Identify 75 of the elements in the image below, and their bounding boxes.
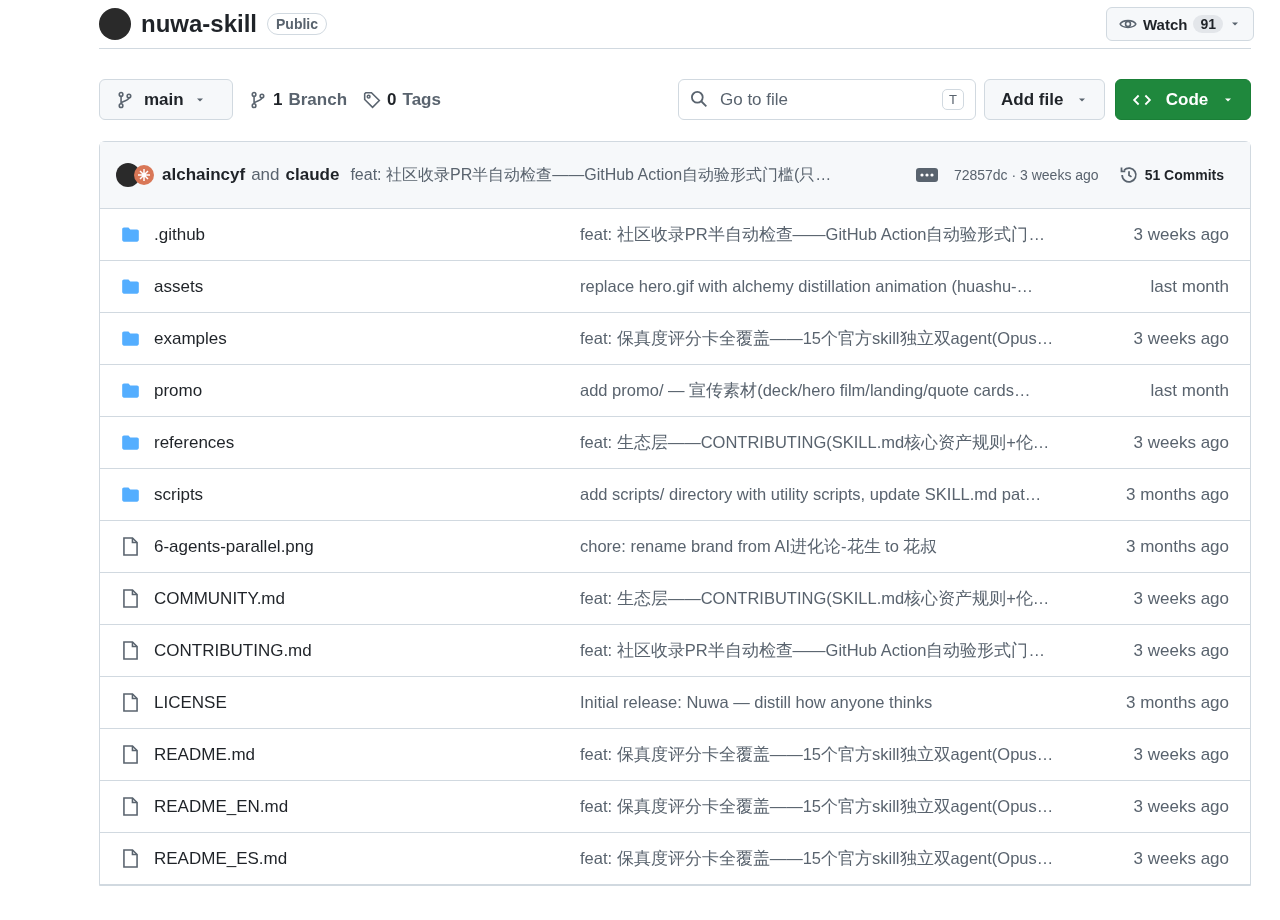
file-icon — [120, 692, 141, 713]
commits-link[interactable]: 51 Commits — [1118, 165, 1224, 185]
watch-count: 91 — [1193, 15, 1223, 33]
file-icon — [120, 640, 141, 661]
commit-age: 3 weeks ago — [1132, 432, 1229, 453]
folder-icon — [120, 329, 141, 348]
commit-age: 3 months ago — [1125, 692, 1229, 713]
file-icon — [120, 848, 141, 869]
commit-age: 3 weeks ago — [1132, 848, 1229, 869]
commit-message-link[interactable]: feat: 社区收录PR半自动检查——GitHub Action自动验形式门… — [580, 639, 1099, 662]
branch-icon — [249, 90, 267, 109]
file-name-link[interactable]: README_ES.md — [154, 848, 580, 869]
ellipsis-icon[interactable] — [915, 168, 938, 182]
commit-message-link[interactable]: feat: 生态层——CONTRIBUTING(SKILL.md核心资产规则+伦… — [580, 587, 1099, 610]
add-file-button[interactable]: Add file — [984, 79, 1105, 120]
file-name-link[interactable]: examples — [154, 328, 580, 349]
branches-link[interactable]: 1 Branch — [249, 89, 348, 110]
file-icon — [120, 588, 141, 609]
folder-icon — [120, 277, 141, 296]
commit-message-link[interactable]: replace hero.gif with alchemy distillation animation (huashu-… — [580, 277, 1099, 296]
commit-message-link[interactable]: chore: rename brand from AI进化论-花生 to 花叔 — [580, 535, 1099, 558]
author-joiner: and — [251, 165, 280, 185]
commit-message-link[interactable]: feat: 保真度评分卡全覆盖——15个官方skill独立双agent(Opus… — [580, 743, 1099, 766]
commit-message-link[interactable]: feat: 生态层——CONTRIBUTING(SKILL.md核心资产规则+伦… — [580, 431, 1099, 454]
shortcut-key: T — [942, 89, 964, 110]
file-name-link[interactable]: COMMUNITY.md — [154, 588, 580, 609]
commit-age: 3 weeks ago — [1132, 744, 1229, 765]
branch-select[interactable]: main — [99, 79, 233, 120]
repo-name[interactable]: nuwa-skill — [141, 10, 258, 38]
commit-age: last month — [1149, 380, 1229, 401]
commit-age: 3 weeks ago — [1132, 796, 1229, 817]
file-icon — [120, 536, 141, 557]
file-name-link[interactable]: assets — [154, 276, 580, 297]
search-icon — [690, 90, 708, 108]
folder-icon — [120, 225, 141, 244]
author-link[interactable]: claude — [285, 165, 340, 185]
file-name-link[interactable]: references — [154, 432, 580, 453]
commit-age: last month — [1149, 276, 1229, 297]
commit-message[interactable]: feat: 社区收录PR半自动检查——GitHub Action自动验形式门槛(只… — [350, 164, 832, 186]
file-name-link[interactable]: README_EN.md — [154, 796, 580, 817]
commit-age: 3 weeks ago — [1132, 588, 1229, 609]
commit-message-link[interactable]: add promo/ — 宣传素材(deck/hero film/landing/quote cards… — [580, 379, 1099, 402]
code-button[interactable]: Code — [1115, 79, 1251, 120]
commit-message-link[interactable]: feat: 社区收录PR半自动检查——GitHub Action自动验形式门… — [580, 223, 1099, 246]
commit-message-link[interactable]: feat: 保真度评分卡全覆盖——15个官方skill独立双agent(Opus… — [580, 795, 1099, 818]
folder-icon — [120, 433, 141, 452]
tags-link[interactable]: 0 Tags — [363, 89, 441, 110]
commit-age: 3 weeks ago — [1132, 328, 1229, 349]
file-name-link[interactable]: LICENSE — [154, 692, 580, 713]
commit-hash-age[interactable]: 72857dc · 3 weeks ago — [953, 167, 1099, 183]
file-name-link[interactable]: CONTRIBUTING.md — [154, 640, 580, 661]
tag-icon — [363, 90, 382, 109]
commit-message-link[interactable]: feat: 保真度评分卡全覆盖——15个官方skill独立双agent(Opus… — [580, 327, 1099, 350]
file-name-link[interactable]: 6-agents-parallel.png — [154, 536, 580, 557]
starburst-avatar[interactable] — [134, 163, 154, 187]
author-link[interactable]: alchaincyf — [162, 165, 246, 185]
watch-button[interactable]: Watch 91 — [1105, 7, 1254, 41]
commit-age: 3 weeks ago — [1132, 640, 1229, 661]
file-name-link[interactable]: promo — [154, 380, 580, 401]
commit-age: 3 weeks ago — [1132, 224, 1229, 245]
file-icon — [120, 744, 141, 765]
commit-age: 3 months ago — [1125, 536, 1229, 557]
folder-icon — [120, 485, 141, 504]
file-name-link[interactable]: scripts — [154, 484, 580, 505]
repo-avatar[interactable] — [99, 8, 131, 40]
file-icon — [120, 796, 141, 817]
file-name-link[interactable]: README.md — [154, 744, 580, 765]
folder-icon — [120, 381, 141, 400]
commit-message-link[interactable]: add scripts/ directory with utility scripts, update SKILL.md pat… — [580, 485, 1099, 504]
branch-icon — [116, 90, 134, 109]
commit-message-link[interactable]: feat: 保真度评分卡全覆盖——15个官方skill独立双agent(Opus… — [580, 847, 1099, 870]
history-icon — [1118, 165, 1139, 185]
file-name-link[interactable]: .github — [154, 224, 580, 245]
commit-age: 3 months ago — [1125, 484, 1229, 505]
commit-message-link[interactable]: Initial release: Nuwa — distill how anyone thinks — [580, 693, 1099, 712]
